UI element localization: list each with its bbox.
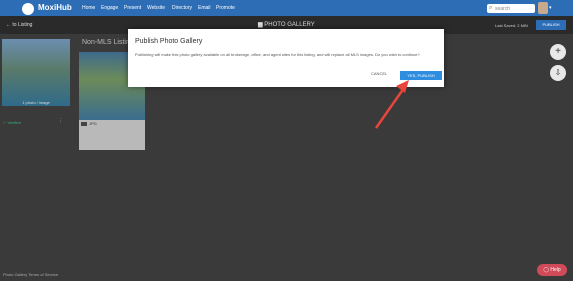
back-label: to Listing bbox=[12, 22, 33, 28]
cancel-button[interactable]: CANCEL bbox=[371, 71, 387, 76]
nav-present[interactable]: Present bbox=[124, 5, 141, 11]
search-input[interactable]: ⌕ search bbox=[487, 4, 535, 13]
help-button[interactable]: ◯ Help bbox=[537, 264, 567, 276]
more-options-icon[interactable]: ⋮ bbox=[58, 118, 63, 124]
nav-email[interactable]: Email bbox=[198, 5, 211, 11]
help-label: Help bbox=[550, 267, 561, 273]
top-nav: MoxiHub Home Engage Present Website Dire… bbox=[0, 0, 573, 16]
footer-text: Photo Gallery Terms of Service bbox=[3, 272, 59, 277]
page-title-text: PHOTO GALLERY bbox=[264, 22, 315, 28]
nav-promote[interactable]: Promote bbox=[216, 5, 235, 11]
avatar[interactable] bbox=[538, 2, 548, 14]
nav-website[interactable]: Website bbox=[147, 5, 165, 11]
photo-count-caption: 1 photo / image bbox=[22, 100, 50, 105]
search-placeholder: search bbox=[495, 6, 511, 12]
listing-photo-card[interactable] bbox=[2, 39, 70, 106]
chevron-down-icon[interactable]: ▾ bbox=[549, 5, 552, 11]
nav-directory[interactable]: Directory bbox=[172, 5, 192, 11]
nav-engage[interactable]: Engage bbox=[101, 5, 118, 11]
file-type-text: JPG bbox=[89, 121, 97, 126]
moxi-logo-icon[interactable] bbox=[22, 3, 34, 15]
chat-icon: ◯ bbox=[543, 267, 549, 273]
arrow-left-icon: ← bbox=[6, 22, 11, 28]
search-icon: ⌕ bbox=[489, 5, 493, 11]
file-type-tag bbox=[81, 122, 87, 126]
download-button[interactable]: ⇩ bbox=[550, 65, 566, 81]
check-icon: ✓ bbox=[3, 120, 7, 125]
last-saved-text: Last Saved: 2 MIN bbox=[495, 23, 528, 28]
verified-status: ✓ Verified bbox=[3, 120, 21, 125]
dialog-message: Publishing will make this photo gallery … bbox=[135, 52, 420, 57]
back-to-listing-link[interactable]: ← to Listing bbox=[6, 22, 32, 28]
brand-name[interactable]: MoxiHub bbox=[38, 3, 72, 12]
publish-button[interactable]: PUBLISH bbox=[536, 20, 566, 30]
folder-icon: ▆ bbox=[258, 22, 263, 28]
add-photo-button[interactable]: + bbox=[550, 44, 566, 60]
page-title: ▆ PHOTO GALLERY bbox=[258, 21, 315, 28]
nav-home[interactable]: Home bbox=[82, 5, 95, 11]
non-mls-heading: Non-MLS Listin bbox=[82, 39, 130, 46]
verified-label: Verified bbox=[7, 120, 21, 125]
dialog-title: Publish Photo Gallery bbox=[135, 38, 203, 45]
confirm-publish-button[interactable]: YES, PUBLISH bbox=[400, 71, 442, 80]
publish-dialog: Publish Photo Gallery Publishing will ma… bbox=[128, 29, 444, 87]
